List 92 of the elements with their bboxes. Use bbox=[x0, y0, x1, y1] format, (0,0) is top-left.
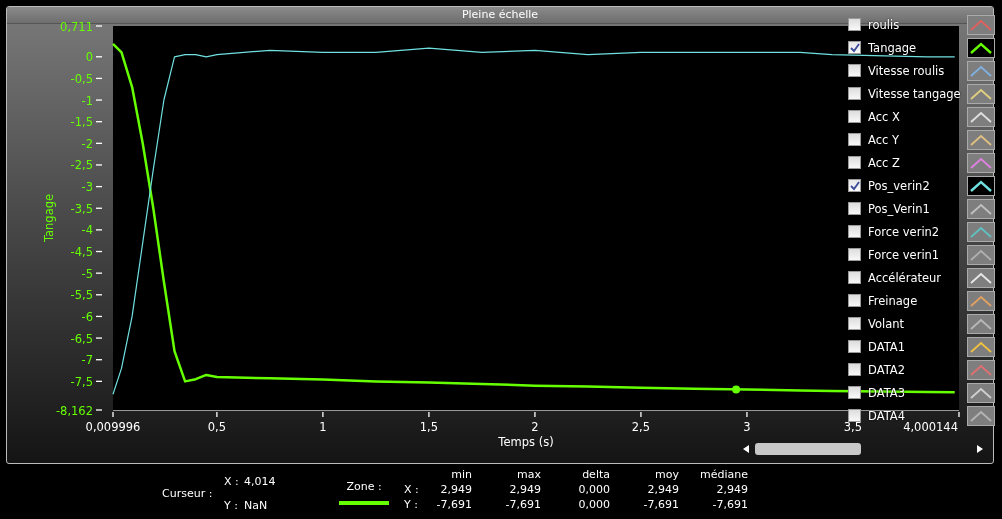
checkbox[interactable] bbox=[848, 386, 861, 399]
checkbox[interactable] bbox=[848, 156, 861, 169]
x-tick-label: 3,5 bbox=[843, 420, 863, 434]
scroll-left-icon[interactable] bbox=[743, 445, 749, 453]
checkbox[interactable] bbox=[848, 64, 861, 77]
y-tick-label: 0 bbox=[85, 50, 93, 65]
y-tick-label: -5 bbox=[81, 266, 93, 281]
checkbox[interactable] bbox=[848, 409, 861, 422]
y-tick-label: -7 bbox=[81, 353, 93, 368]
x-tick-label: 2 bbox=[531, 420, 539, 434]
y-tick-label: -5,5 bbox=[70, 288, 93, 303]
stat-value: 0,000 bbox=[577, 483, 610, 496]
checkbox[interactable] bbox=[848, 18, 861, 31]
checkbox[interactable] bbox=[848, 363, 861, 376]
cursor-value: NaN bbox=[244, 498, 269, 512]
column-header: max bbox=[516, 468, 541, 481]
series-label: Volant bbox=[868, 316, 905, 331]
axis-label: X : bbox=[224, 474, 240, 488]
series-label: DATA2 bbox=[868, 362, 905, 377]
y-tick-label: -1,5 bbox=[70, 115, 93, 130]
checkbox[interactable] bbox=[848, 225, 861, 238]
stat-value: -7,691 bbox=[504, 498, 541, 511]
series-label: Force verin1 bbox=[868, 247, 940, 262]
x-tick-label: 4,000144 bbox=[903, 420, 958, 434]
series-label: Pos_Verin1 bbox=[868, 201, 930, 216]
y-tick-label: -6,5 bbox=[70, 331, 93, 346]
series-label: Pos_verin2 bbox=[868, 178, 930, 193]
checkbox[interactable] bbox=[848, 133, 861, 146]
series-label: Vitesse roulis bbox=[868, 63, 945, 78]
stat-value: -7,691 bbox=[711, 498, 748, 511]
zone-label: Zone : bbox=[346, 480, 382, 493]
series-label: Vitesse tangage bbox=[868, 86, 961, 101]
axis-label: Y : bbox=[224, 498, 239, 512]
column-header: médiane bbox=[699, 468, 748, 481]
checkbox[interactable] bbox=[848, 317, 861, 330]
y-tick-label: -0,5 bbox=[70, 71, 93, 86]
stat-value: 2,949 bbox=[715, 483, 748, 496]
series-label: Acc Y bbox=[868, 132, 899, 147]
y-tick-label: -3 bbox=[81, 180, 93, 195]
stat-value: -7,691 bbox=[642, 498, 679, 511]
checkbox[interactable] bbox=[848, 110, 861, 123]
series-label: Acc Z bbox=[868, 155, 900, 170]
y-tick-label: -3,5 bbox=[70, 201, 93, 216]
stat-value: 2,949 bbox=[646, 483, 679, 496]
scroll-right-icon[interactable] bbox=[977, 445, 983, 453]
column-header: moy bbox=[654, 468, 679, 481]
chart-title: Pleine échelle bbox=[461, 7, 539, 22]
y-tick-label: -4 bbox=[81, 223, 93, 238]
series-label: Tangage bbox=[868, 40, 917, 55]
x-tick-label: 1 bbox=[319, 420, 327, 434]
y-axis-label: Tangage bbox=[42, 193, 56, 243]
checkbox[interactable] bbox=[848, 202, 861, 215]
y-tick-label: -7,5 bbox=[70, 374, 93, 389]
series-label: Freinage bbox=[868, 293, 918, 308]
stat-value: 0,000 bbox=[577, 498, 610, 511]
series-label: DATA4 bbox=[868, 408, 905, 423]
y-tick-label: 0,711 bbox=[60, 19, 93, 34]
y-tick-label: -6 bbox=[81, 309, 93, 324]
series-label: DATA1 bbox=[868, 339, 905, 354]
checkbox[interactable] bbox=[848, 271, 861, 284]
y-tick-label: -2,5 bbox=[70, 158, 93, 173]
series-label: Accélérateur bbox=[868, 270, 942, 285]
checkbox[interactable] bbox=[848, 179, 861, 192]
row-label: Y : bbox=[404, 498, 419, 511]
row-label: X : bbox=[404, 483, 420, 496]
series-label: Force verin2 bbox=[868, 224, 940, 239]
checkbox[interactable] bbox=[848, 87, 861, 100]
y-tick-label: -2 bbox=[81, 136, 93, 151]
checkbox[interactable] bbox=[848, 248, 861, 261]
x-tick-label: 2,5 bbox=[631, 420, 651, 434]
checkbox[interactable] bbox=[848, 294, 861, 307]
x-axis-label: Temps (s) bbox=[498, 435, 554, 449]
scrollbar-thumb[interactable] bbox=[755, 443, 861, 455]
x-tick-label: 3 bbox=[743, 420, 751, 434]
cursor-label: Curseur : bbox=[162, 486, 214, 500]
zone-line-sample bbox=[339, 501, 389, 505]
x-tick-label: 1,5 bbox=[419, 420, 439, 434]
cursor-point bbox=[732, 385, 741, 394]
stat-value: 2,949 bbox=[508, 483, 541, 496]
y-tick-label: -1 bbox=[81, 93, 93, 108]
y-tick-label: -4,5 bbox=[70, 245, 93, 259]
stat-value: -7,691 bbox=[435, 498, 472, 511]
column-header: delta bbox=[581, 468, 610, 481]
checkbox[interactable] bbox=[848, 340, 861, 353]
x-tick-label: 0,009996 bbox=[85, 420, 141, 434]
stat-value: 2,949 bbox=[439, 483, 472, 496]
checkbox[interactable] bbox=[848, 41, 861, 54]
column-header: min bbox=[450, 468, 472, 481]
x-tick-label: 0,5 bbox=[207, 420, 227, 434]
series-label: Acc X bbox=[868, 109, 900, 124]
cursor-value: 4,014 bbox=[244, 474, 277, 488]
y-tick-label: -8,162 bbox=[55, 403, 93, 418]
